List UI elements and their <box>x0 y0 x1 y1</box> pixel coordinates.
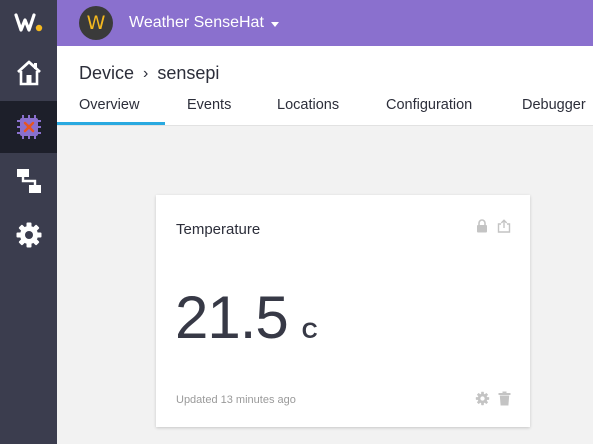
sidebar-item-settings[interactable] <box>0 209 57 261</box>
widget-value: 21.5 C <box>175 283 318 352</box>
trash-icon[interactable] <box>498 391 511 406</box>
sidebar-item-flows[interactable] <box>0 155 57 207</box>
temperature-value: 21.5 <box>175 284 289 351</box>
wia-logo-icon <box>13 13 42 32</box>
settings-gear-icon[interactable] <box>475 391 490 406</box>
active-tab-indicator <box>57 122 165 125</box>
sidebar-item-devices[interactable] <box>0 101 57 153</box>
sidebar <box>0 0 57 444</box>
tab-debugger[interactable]: Debugger <box>522 95 586 126</box>
lock-icon[interactable] <box>475 219 489 233</box>
widget-updated-time: Updated 13 minutes ago <box>176 394 296 406</box>
page-header: Device › sensepi Overview Events Locatio… <box>57 46 593 126</box>
chevron-down-icon <box>270 22 279 27</box>
device-chip-icon <box>16 115 41 139</box>
sidebar-item-home[interactable] <box>0 47 57 99</box>
app-name: Weather SenseHat <box>129 14 264 31</box>
app-switcher[interactable]: Weather SenseHat <box>129 14 279 32</box>
breadcrumb: Device › sensepi <box>79 63 219 84</box>
widget-card: Temperature 21.5 C Updated 13 minutes ag… <box>156 195 530 427</box>
avatar-letter: W <box>86 12 106 34</box>
tab-configuration[interactable]: Configuration <box>386 95 472 126</box>
home-icon <box>16 60 41 86</box>
app-avatar[interactable]: W <box>79 6 113 40</box>
temperature-unit: C <box>301 318 318 343</box>
widget-title: Temperature <box>176 221 261 238</box>
breadcrumb-current: sensepi <box>157 63 220 83</box>
tab-events[interactable]: Events <box>187 95 231 126</box>
top-bar: W Weather SenseHat <box>57 0 593 46</box>
breadcrumb-parent[interactable]: Device <box>79 63 134 84</box>
widget-bottom-actions <box>475 391 511 406</box>
widget-top-actions <box>475 219 511 233</box>
app-logo[interactable] <box>0 0 57 46</box>
tab-locations[interactable]: Locations <box>277 95 339 126</box>
gear-icon <box>16 222 41 248</box>
workflow-icon <box>16 169 41 193</box>
breadcrumb-separator: › <box>143 64 149 82</box>
share-icon[interactable] <box>497 219 511 233</box>
